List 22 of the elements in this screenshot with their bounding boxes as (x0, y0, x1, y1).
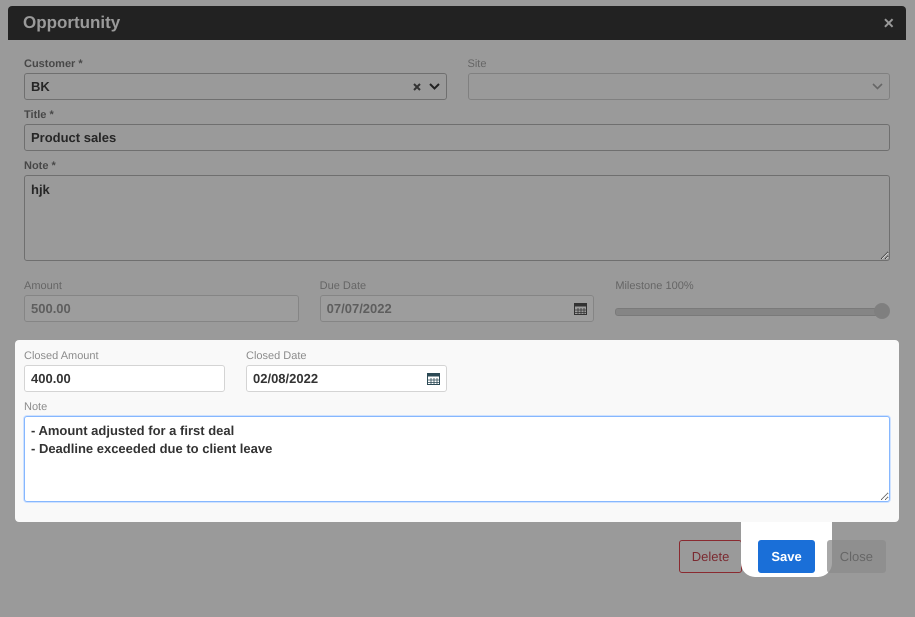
closed-date-input[interactable]: 02/08/2022 (246, 365, 447, 392)
field-label: Note (24, 401, 48, 413)
dialog-title: Opportunity (23, 13, 120, 33)
customer-select[interactable]: BK (24, 73, 446, 100)
field-label: Title * (24, 109, 55, 121)
calendar-icon[interactable] (427, 372, 440, 385)
clear-icon[interactable] (412, 82, 420, 90)
close-button[interactable]: × (881, 12, 896, 34)
field-label: Closed Date (246, 350, 308, 362)
closing-note-textarea[interactable]: - Amount adjusted for a first deal - Deadline exceeded due to client leave (24, 416, 890, 502)
slider-thumb[interactable] (874, 303, 890, 319)
primary-button[interactable]: Save (758, 540, 815, 573)
field-label: Note * (24, 160, 57, 172)
closed-amount-input[interactable]: 400.00 (24, 365, 225, 392)
note-textarea[interactable]: hjk (24, 175, 890, 261)
danger-button[interactable]: Delete (678, 540, 742, 573)
field-label: Customer * (24, 58, 84, 70)
field-label: Closed Amount (24, 350, 100, 362)
milestone-slider[interactable] (615, 303, 890, 319)
chevron-down-icon (428, 83, 440, 90)
chevron-down-icon (872, 83, 883, 90)
title-input[interactable]: Product sales (24, 124, 890, 151)
